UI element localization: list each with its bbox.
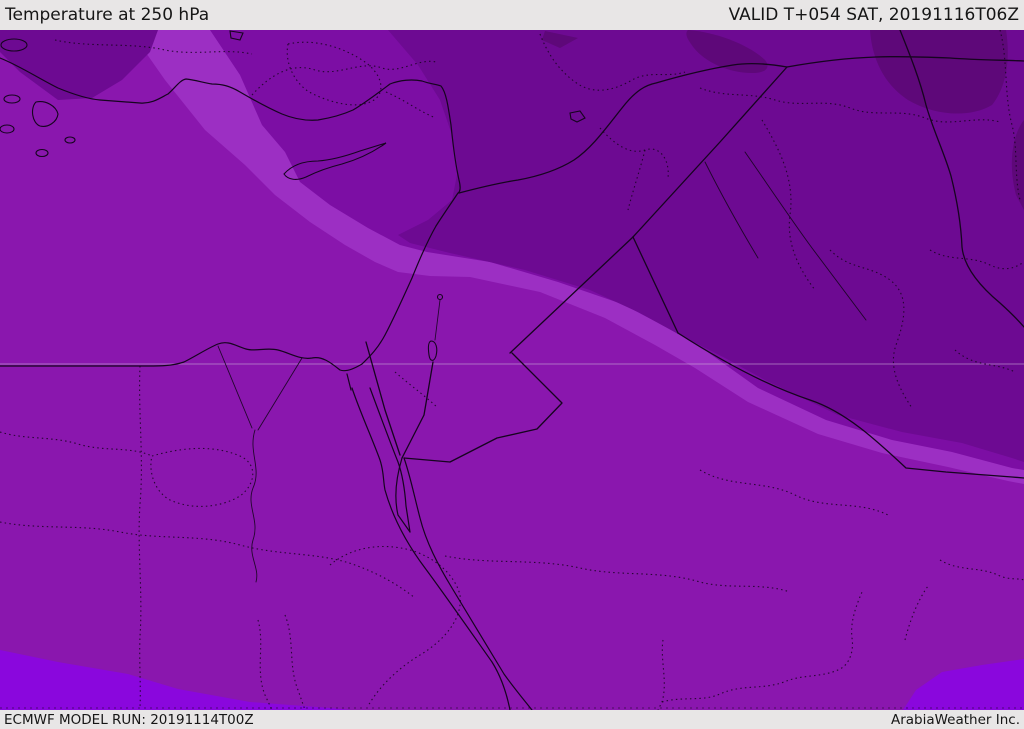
page-title: Temperature at 250 hPa: [5, 5, 210, 25]
brand-label: ArabiaWeather Inc.: [890, 711, 1020, 728]
footer-bar: ECMWF MODEL RUN: 20191114T00Z ArabiaWeat…: [0, 710, 1024, 729]
temperature-map-canvas: [0, 30, 1024, 710]
model-run-label: ECMWF MODEL RUN: 20191114T00Z: [4, 711, 254, 728]
weather-map: [0, 30, 1024, 710]
header-bar: Temperature at 250 hPa VALID T+054 SAT, …: [0, 0, 1024, 30]
valid-time-label: VALID T+054 SAT, 20191116T06Z: [728, 5, 1019, 25]
weather-app-window: Temperature at 250 hPa VALID T+054 SAT, …: [0, 0, 1024, 729]
